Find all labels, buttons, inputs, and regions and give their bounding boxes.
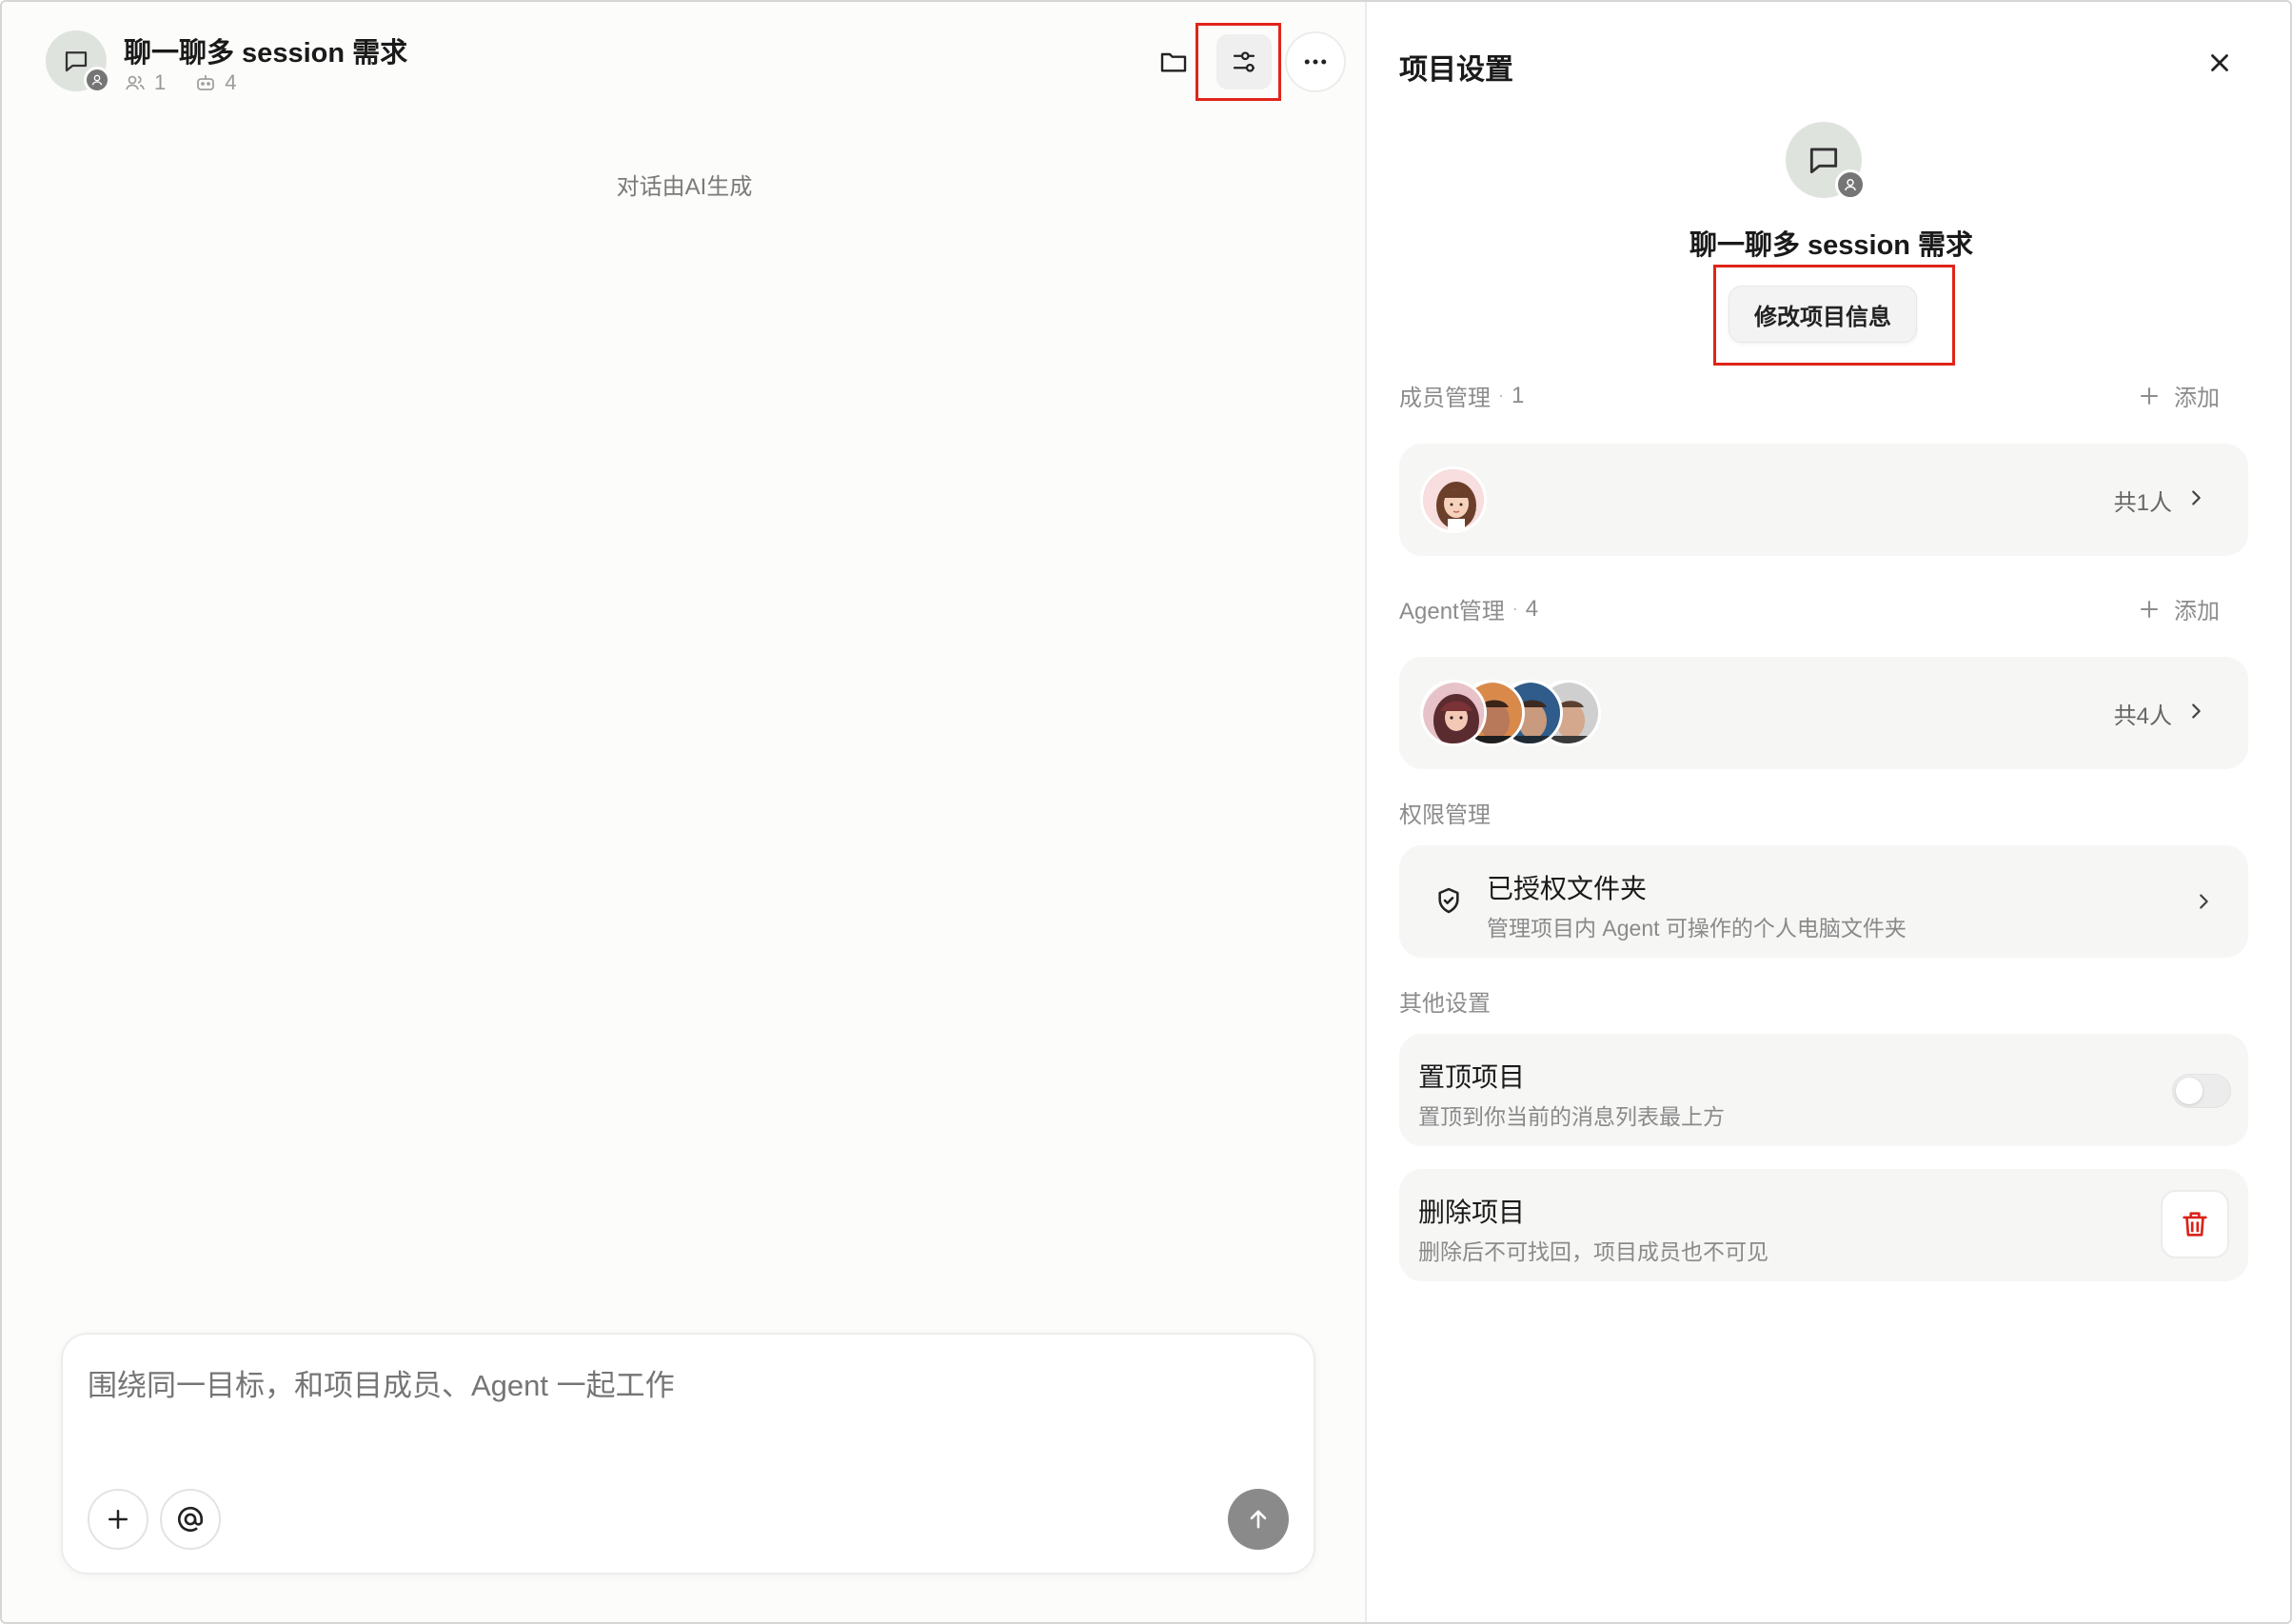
at-icon: [178, 1506, 204, 1533]
more-icon: [1304, 59, 1327, 65]
ai-generated-note: 对话由AI生成: [616, 174, 753, 200]
authorized-folders-desc: 管理项目内 Agent 可操作的个人电脑文件夹: [1487, 916, 1907, 941]
members-icon: [126, 75, 145, 90]
pin-project-title: 置顶项目: [1418, 1062, 1526, 1092]
project-avatar-large: [1786, 122, 1866, 200]
delete-project-desc: 删除后不可找回，项目成员也不可见: [1418, 1239, 1768, 1264]
plus-icon: [2141, 600, 2158, 618]
add-member-label: 添加: [2174, 386, 2220, 411]
authorized-folders-card[interactable]: 已授权文件夹 管理项目内 Agent 可操作的个人电脑文件夹: [1399, 845, 2248, 958]
chevron-right-icon: [2185, 701, 2206, 722]
edit-project-info-button[interactable]: 修改项目信息: [1729, 286, 1917, 343]
agents-total: 共4人: [2113, 703, 2172, 729]
member-avatar: [1420, 466, 1487, 533]
folder-icon: [1160, 52, 1187, 72]
project-settings-button[interactable]: [1216, 34, 1272, 89]
attach-button[interactable]: [88, 1489, 148, 1550]
plus-icon: [2141, 386, 2158, 405]
group-badge-icon: [1835, 169, 1866, 200]
member-count: 1: [154, 70, 167, 94]
close-button[interactable]: [2195, 38, 2244, 88]
delete-project-button[interactable]: [2161, 1190, 2229, 1258]
delete-project-card: 删除项目 删除后不可找回，项目成员也不可见: [1399, 1169, 2248, 1281]
agents-section-label: Agent管理 · 4: [1399, 592, 1538, 625]
send-button[interactable]: [1228, 1489, 1289, 1550]
shield-check-icon: [1433, 885, 1464, 921]
folder-button[interactable]: [1146, 34, 1201, 89]
group-badge-icon: [84, 67, 110, 93]
project-avatar[interactable]: [46, 30, 110, 93]
settings-title: 项目设置: [1399, 54, 1513, 86]
authorized-folders-title: 已授权文件夹: [1487, 874, 1648, 903]
pin-project-card: 置顶项目 置顶到你当前的消息列表最上方: [1399, 1034, 2248, 1146]
agent-count: 4: [225, 70, 237, 94]
chevron-right-icon: [2185, 487, 2206, 508]
delete-project-title: 删除项目: [1418, 1198, 1526, 1227]
members-total: 共1人: [2113, 490, 2172, 516]
add-agent-label: 添加: [2174, 599, 2220, 624]
chat-bubble-icon: [1809, 148, 1838, 174]
pin-project-toggle[interactable]: [2172, 1074, 2231, 1108]
separator-dot: ·: [1498, 386, 1504, 405]
more-button[interactable]: [1285, 31, 1346, 92]
settings-sliders-icon: [1233, 51, 1255, 72]
pin-project-desc: 置顶到你当前的消息列表最上方: [1418, 1104, 1725, 1129]
message-composer: [61, 1333, 1315, 1574]
members-label-text: 成员管理: [1399, 386, 1491, 411]
send-arrow-icon: [1250, 1510, 1267, 1529]
members-count: 1: [1512, 382, 1525, 408]
close-icon: [2211, 54, 2228, 71]
agent-avatar: [1420, 680, 1487, 746]
project-settings-panel: 项目设置 聊一聊多 session 需求 修改项目信息 成员管理 · 1 添加: [1369, 2, 2290, 1622]
chat-pane: 聊一聊多 session 需求 1 4 对话由AI生成: [2, 2, 1367, 1622]
add-agent-button[interactable]: 添加: [2138, 592, 2220, 625]
other-settings-section-label: 其他设置: [1399, 991, 1491, 1017]
agents-count: 4: [1525, 595, 1539, 622]
agents-label-text: Agent管理: [1399, 599, 1505, 624]
separator-dot: ·: [1512, 599, 1518, 618]
members-card[interactable]: 共1人: [1399, 444, 2248, 556]
permissions-section-label: 权限管理: [1399, 802, 1491, 828]
plus-icon: [109, 1510, 128, 1529]
mention-button[interactable]: [160, 1489, 221, 1550]
agents-card[interactable]: 共4人: [1399, 657, 2248, 769]
app-window: 聊一聊多 session 需求 1 4 对话由AI生成 围绕同一目标，和项目成员…: [0, 0, 2292, 1624]
chevron-right-icon: [2193, 891, 2214, 912]
members-section-label: 成员管理 · 1: [1399, 379, 1524, 412]
add-member-button[interactable]: 添加: [2138, 379, 2220, 412]
project-name: 聊一聊多 session 需求: [1689, 230, 1974, 261]
message-input[interactable]: [88, 1369, 1230, 1403]
project-title: 聊一聊多 session 需求: [124, 38, 408, 69]
robot-icon: [197, 75, 215, 90]
project-meta: 1 4: [124, 70, 237, 95]
trash-icon: [2183, 1212, 2207, 1237]
chat-header: 聊一聊多 session 需求 1 4: [2, 2, 1367, 126]
toggle-knob: [2176, 1078, 2203, 1104]
